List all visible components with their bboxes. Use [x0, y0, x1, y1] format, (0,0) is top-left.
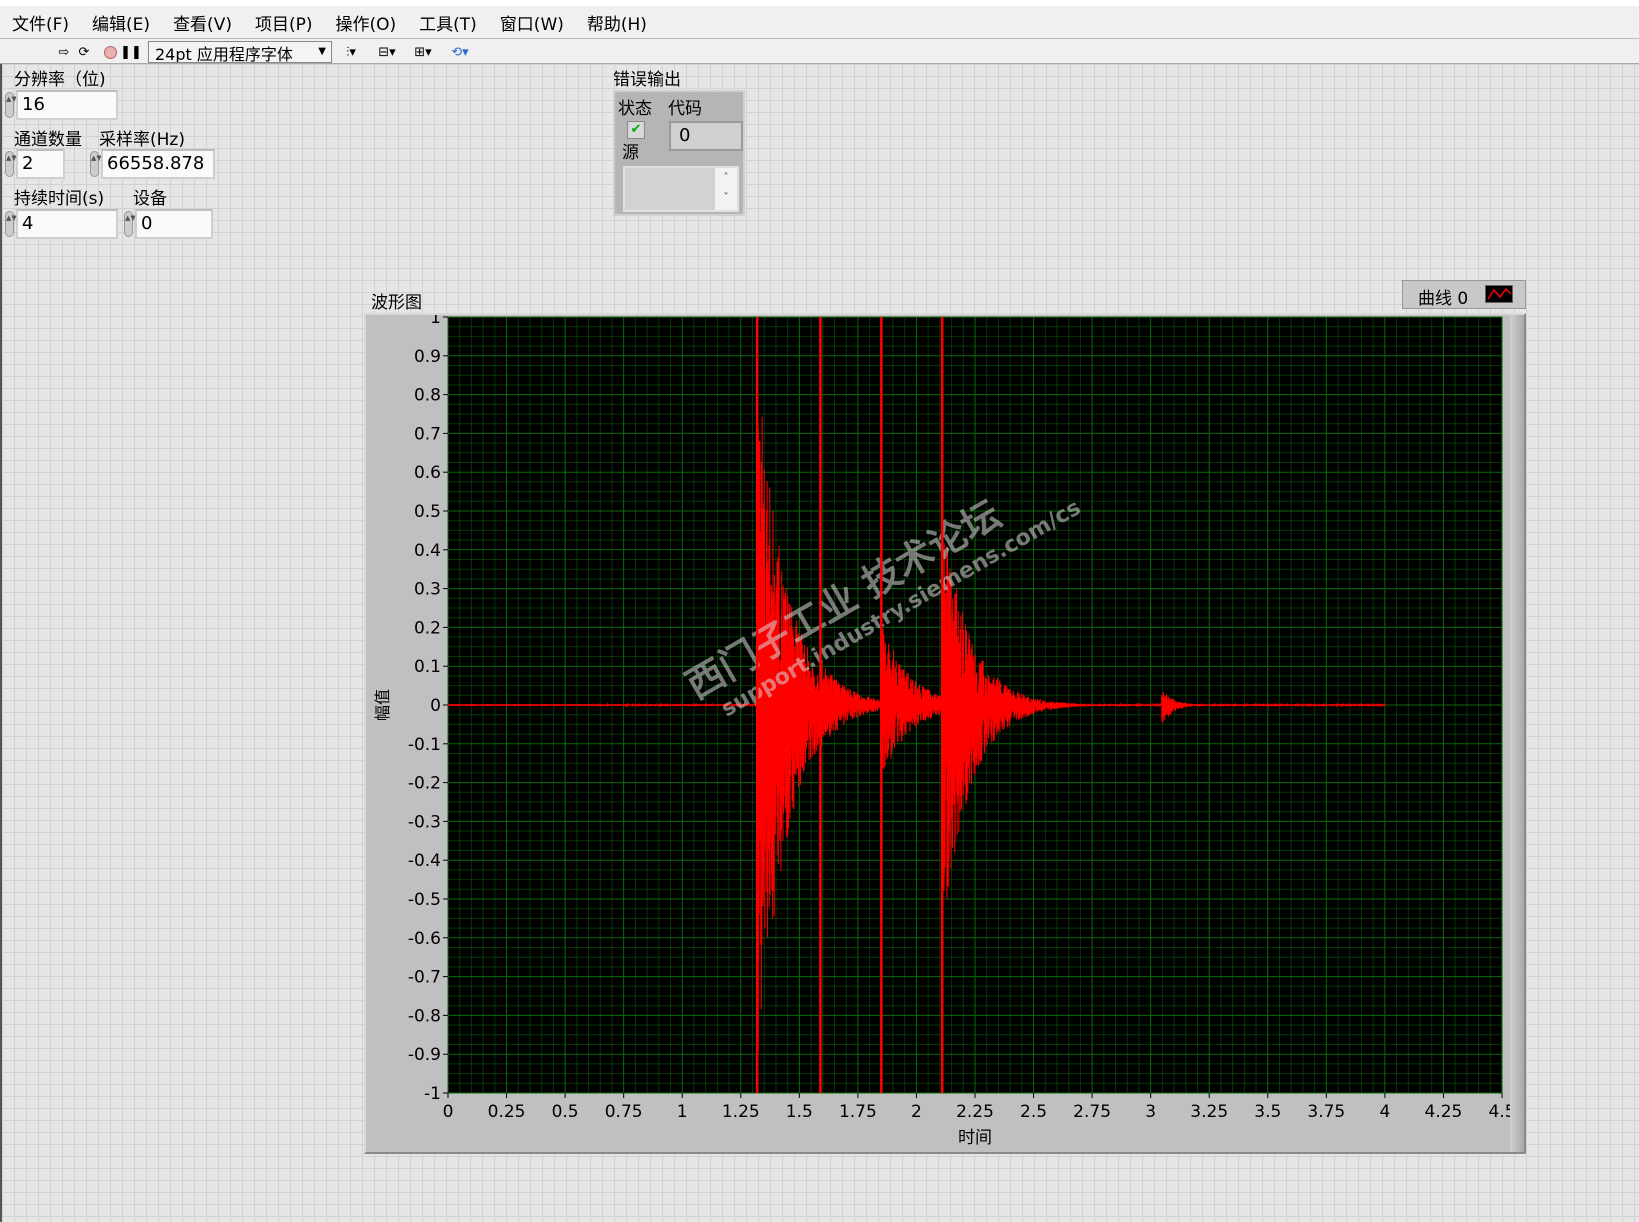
y-axis-label: 幅值 [373, 689, 392, 721]
y-tick-label: -0.2 [408, 774, 441, 794]
x-tick-label: 0.5 [552, 1102, 579, 1122]
y-tick-label: 0.9 [414, 347, 441, 367]
device-spinner[interactable]: ▲▼ [124, 211, 136, 237]
waveform-graph: 0 0.25 0.5 0.75 1 1.25 1.5 1.75 2 2.25 2.5 2.75 3 3.2… [364, 308, 1526, 1154]
pause-icon[interactable]: ❚❚ [120, 43, 142, 61]
channels-input[interactable]: 2 [16, 149, 65, 179]
duration-spinner[interactable]: ▲▼ [5, 211, 17, 237]
run-continuously-icon[interactable]: ⟳ [76, 43, 92, 61]
x-axis-label: 时间 [958, 1128, 992, 1148]
legend-swatch-icon [1485, 285, 1513, 303]
sample-rate-label: 采样率(Hz) [99, 130, 185, 150]
sample-rate-spinner[interactable]: ▲▼ [90, 151, 102, 177]
menu-window[interactable]: 窗口(W) [500, 10, 564, 35]
x-tick-label: 4 [1379, 1102, 1390, 1122]
legend-label: 曲线 0 [1418, 289, 1469, 309]
resolution-input[interactable]: 16 [16, 90, 118, 120]
device-label: 设备 [133, 189, 167, 209]
y-tick-label: -0.4 [408, 851, 441, 871]
y-tick-label: -0.6 [408, 929, 441, 949]
x-tick-label: 1.75 [839, 1102, 877, 1122]
sample-rate-input[interactable]: 66558.878 [101, 149, 215, 179]
x-tick-label: 2.5 [1020, 1102, 1047, 1122]
source-textbox: ˄ ˅ [623, 166, 739, 212]
toolbar: ⇨ ⟳ ❚❚ 24pt 应用程序字体 ▼ ⫶▾ ⊟▾ ⊞▾ ⟲▾ [0, 38, 1639, 64]
distribute-objects-icon[interactable]: ⊟▾ [374, 43, 400, 61]
x-tick-label: 2.75 [1073, 1102, 1111, 1122]
menu-operate[interactable]: 操作(O) [336, 10, 397, 35]
y-tick-label: 1 [430, 315, 441, 328]
y-tick-label: -0.3 [408, 812, 441, 832]
y-tick-label: 0.5 [414, 502, 441, 522]
menu-bar: 文件(F) 编辑(E) 查看(V) 项目(P) 操作(O) 工具(T) 窗口(W… [0, 6, 1639, 38]
menu-view[interactable]: 查看(V) [173, 10, 232, 35]
source-label: 源 [622, 143, 639, 163]
y-tick-label: -0.9 [408, 1045, 441, 1065]
device-input[interactable]: 0 [135, 209, 213, 239]
x-tick-label: 0.75 [605, 1102, 643, 1122]
resize-objects-icon[interactable]: ⊞▾ [410, 43, 436, 61]
align-objects-icon[interactable]: ⫶▾ [338, 43, 364, 61]
chevron-down-icon: ▼ [318, 46, 326, 57]
menu-project[interactable]: 项目(P) [255, 10, 313, 35]
menu-file[interactable]: 文件(F) [12, 10, 69, 35]
y-tick-label: -0.7 [408, 968, 441, 988]
channels-spinner[interactable]: ▲▼ [5, 151, 17, 177]
x-tick-label: 3 [1145, 1102, 1156, 1122]
run-arrow-icon[interactable]: ⇨ [56, 43, 72, 61]
x-tick-label: 3.25 [1190, 1102, 1228, 1122]
duration-input[interactable]: 4 [16, 209, 118, 239]
duration-label: 持续时间(s) [14, 189, 105, 209]
font-select[interactable]: 24pt 应用程序字体 ▼ [148, 41, 332, 63]
error-out-label: 错误输出 [613, 70, 681, 90]
x-tick-label: 0 [443, 1102, 454, 1122]
y-tick-label: -0.5 [408, 890, 441, 910]
code-label: 代码 [668, 99, 702, 119]
error-out-cluster: 状态 代码 ✔ 0 源 ˄ ˅ [613, 90, 745, 216]
y-tick-label: 0.6 [414, 463, 441, 483]
font-select-value: 24pt 应用程序字体 [155, 45, 293, 63]
y-tick-label: 0.7 [414, 424, 441, 444]
y-tick-label: 0.1 [414, 657, 441, 677]
graph-label: 波形图 [371, 293, 422, 313]
x-tick-label: 1 [677, 1102, 688, 1122]
y-tick-label: -0.1 [408, 735, 441, 755]
x-tick-label: 2.25 [956, 1102, 994, 1122]
x-tick-label: 1.5 [786, 1102, 813, 1122]
y-tick-label: 0 [430, 696, 441, 716]
y-tick-label: 0.8 [414, 386, 441, 406]
x-tick-label: 1.25 [722, 1102, 760, 1122]
menu-help[interactable]: 帮助(H) [587, 10, 647, 35]
channels-label: 通道数量 [14, 130, 82, 150]
x-tick-label: 3.5 [1254, 1102, 1281, 1122]
menu-tools[interactable]: 工具(T) [419, 10, 477, 35]
y-tick-label: -1 [424, 1084, 441, 1104]
graph-frame-edge [1510, 315, 1524, 1152]
x-tick-label: 2 [911, 1102, 922, 1122]
y-tick-label: 0.4 [414, 541, 441, 561]
plot-legend[interactable]: 曲线 0 [1402, 280, 1526, 309]
code-value: 0 [669, 121, 743, 151]
x-tick-label: 4.25 [1425, 1102, 1463, 1122]
y-tick-label: 0.2 [414, 618, 441, 638]
waveform-chart: 0 0.25 0.5 0.75 1 1.25 1.5 1.75 2 2.25 2.5 2.75 3 3.2… [373, 308, 1516, 1148]
source-scrollbar[interactable]: ˄ ˅ [715, 168, 737, 210]
reorder-icon[interactable]: ⟲▾ [446, 43, 474, 61]
resolution-spinner[interactable]: ▲▼ [5, 92, 17, 118]
status-checkmark-icon: ✔ [627, 121, 645, 139]
abort-icon[interactable] [102, 43, 118, 61]
menu-edit[interactable]: 编辑(E) [92, 10, 150, 35]
x-tick-label: 0.25 [488, 1102, 526, 1122]
status-label: 状态 [618, 99, 652, 119]
y-tick-label: -0.8 [408, 1006, 441, 1026]
y-tick-label: 0.3 [414, 580, 441, 600]
resolution-label: 分辨率（位) [14, 70, 106, 90]
x-tick-label: 3.75 [1307, 1102, 1345, 1122]
